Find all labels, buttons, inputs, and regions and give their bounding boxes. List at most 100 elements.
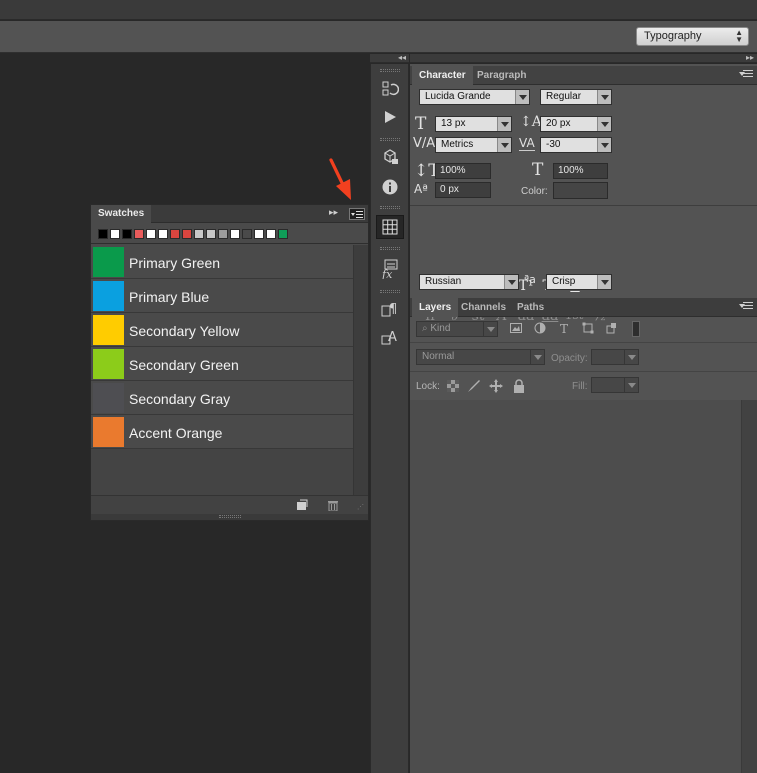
recent-color-chip[interactable] [218,229,228,239]
filter-pixel-layers-icon[interactable] [509,322,523,336]
expand-panels-icon[interactable]: ▸▸ [746,54,754,62]
swatch-row[interactable]: Secondary Green [91,347,353,381]
workspace-switcher[interactable]: Typography ▲ ▼ [636,27,749,46]
tab-paragraph[interactable]: Paragraph [470,66,533,85]
text-color-swatch[interactable] [553,182,608,199]
leading-field[interactable]: 20 px [540,116,612,132]
recent-color-chip[interactable] [206,229,216,239]
new-swatch-icon[interactable] [296,499,308,514]
recent-color-chip[interactable] [122,229,132,239]
blend-mode-value: Normal [422,351,455,362]
actions-play-icon[interactable] [376,105,404,129]
up-down-arrows-icon: ▲ ▼ [735,28,743,44]
lock-position-icon[interactable] [489,379,503,396]
font-size-field[interactable]: 13 px [435,116,512,132]
recent-color-chip[interactable] [266,229,276,239]
blend-mode-dropdown[interactable]: Normal [416,349,545,365]
horizontal-scale-field[interactable]: 100% [553,163,608,179]
recent-color-chip[interactable] [146,229,156,239]
recent-color-chip[interactable] [194,229,204,239]
recent-color-chip[interactable] [134,229,144,239]
layers-scrollbar[interactable] [741,400,757,773]
recent-color-chip[interactable] [230,229,240,239]
panel-dock-header[interactable]: ▸▸ [410,54,757,63]
icon-dock-header[interactable]: ◂◂ [370,54,409,63]
resize-grip-icon[interactable]: ⋰ [357,503,364,511]
dock-grip[interactable] [380,206,400,209]
layers-panel-tabs: Layers Channels Paths [410,298,757,317]
swatches-panel-menu-icon[interactable] [349,208,365,220]
filter-smart-objects-icon[interactable] [605,322,619,336]
antialiasing-dropdown[interactable]: Crisp [546,274,612,290]
recent-color-chip[interactable] [98,229,108,239]
swatch-name: Primary Blue [129,289,210,305]
collapse-to-icons-icon[interactable]: ▸▸ [329,207,338,218]
chevron-down-icon [497,117,511,131]
color-label: Color: [521,186,548,197]
3d-icon[interactable] [376,145,404,169]
lock-all-icon[interactable] [513,379,525,396]
panel-menu-icon[interactable] [739,302,753,312]
tab-layers[interactable]: Layers [412,298,459,317]
recent-color-chip[interactable] [254,229,264,239]
swatch-row[interactable]: Accent Orange [91,415,353,449]
swatch-row[interactable]: Secondary Gray [91,381,353,415]
panel-menu-icon[interactable] [739,70,753,80]
tab-character[interactable]: Character [412,66,473,85]
swatch-row[interactable]: Primary Blue [91,279,353,313]
filter-adjustment-layers-icon[interactable] [533,322,547,336]
tab-channels[interactable]: Channels [454,298,513,317]
font-style-dropdown[interactable]: Regular [540,89,612,105]
chevron-down-icon [515,90,529,104]
chevron-down-icon [530,350,544,364]
dock-grip[interactable] [380,138,400,141]
filter-toggle-switch[interactable] [632,321,640,337]
swatch-row[interactable]: Secondary Yellow [91,313,353,347]
kerning-dropdown[interactable]: Metrics [435,137,512,153]
lock-image-pixels-icon[interactable] [467,379,481,396]
lock-transparent-pixels-icon[interactable] [447,380,459,395]
swatch-name: Accent Orange [129,425,223,441]
filter-type-layers-icon[interactable]: T [557,322,571,336]
trash-icon[interactable] [327,499,339,514]
opacity-field[interactable] [591,349,639,365]
recent-color-chip[interactable] [170,229,180,239]
recent-color-chip[interactable] [182,229,192,239]
leading-icon: ↕A [520,114,542,130]
recent-color-chip[interactable] [242,229,252,239]
dock-grip[interactable] [380,69,400,72]
swatches-scrollbar[interactable] [353,245,368,495]
dock-grip[interactable] [380,247,400,250]
language-dropdown[interactable]: Russian [419,274,519,290]
chevron-down-icon [504,275,518,289]
fill-field[interactable] [591,377,639,393]
chevron-down-icon [624,350,638,364]
chevron-down-icon [597,275,611,289]
baseline-shift-field[interactable]: 0 px [435,182,491,198]
tab-paths[interactable]: Paths [510,298,551,317]
svg-text:¶: ¶ [389,302,397,317]
filter-shape-layers-icon[interactable] [581,322,595,336]
character-styles-icon[interactable]: A [376,325,404,349]
swatch-row[interactable]: Primary Green [91,245,353,279]
recent-color-chip[interactable] [110,229,120,239]
collapse-panels-icon[interactable]: ◂◂ [398,54,406,62]
language-value: Russian [425,276,462,287]
swatch-color-chip [93,417,124,447]
recent-color-chip[interactable] [158,229,168,239]
swatches-bottom-grip[interactable] [91,514,368,520]
paragraph-styles-icon[interactable]: ¶ [376,297,404,321]
font-size-icon: T [415,114,427,134]
dock-grip[interactable] [380,290,400,293]
font-family-value: Lucida Grande [425,91,491,102]
vertical-scale-field[interactable]: 100% [435,163,491,179]
history-icon[interactable] [376,77,404,101]
layer-styles-fx-icon[interactable]: fx [376,257,404,281]
layer-filter-kind-dropdown[interactable]: ⌕ Kind [416,321,498,337]
swatches-grid-icon[interactable] [376,215,404,239]
info-icon[interactable] [376,175,404,199]
tab-swatches[interactable]: Swatches [91,205,152,223]
recent-color-chip[interactable] [278,229,288,239]
tracking-dropdown[interactable]: -30 [540,137,612,153]
font-family-dropdown[interactable]: Lucida Grande [419,89,530,105]
